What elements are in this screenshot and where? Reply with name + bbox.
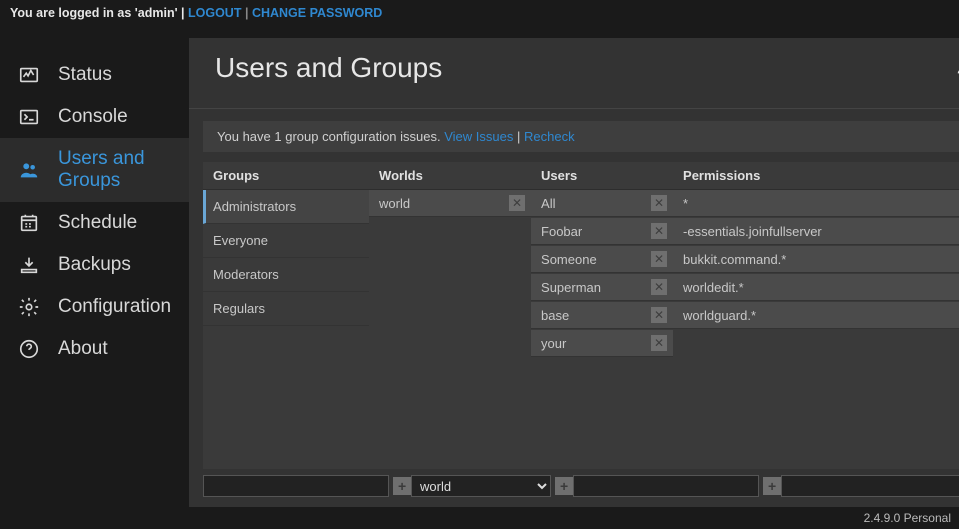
gear-icon	[18, 296, 40, 318]
column-header-groups: Groups	[203, 162, 369, 190]
sidebar-item-label: Users and Groups	[58, 148, 171, 192]
sidebar-item-label: Schedule	[58, 212, 137, 234]
world-row[interactable]: world	[369, 190, 531, 217]
user-label: Superman	[541, 280, 601, 295]
sidebar-item-label: Backups	[58, 254, 131, 276]
user-row[interactable]: your	[531, 330, 673, 357]
column-permissions: Permissions * -essentials.joinfullserver…	[673, 162, 959, 469]
add-user-input[interactable]	[573, 475, 759, 497]
permission-label: bukkit.command.*	[683, 252, 786, 267]
separator: |	[517, 129, 524, 144]
add-group-input[interactable]	[203, 475, 389, 497]
add-user-button[interactable]	[763, 477, 781, 495]
content-panel: Users and Groups You have 1 group config…	[189, 38, 959, 507]
sidebar-item-status[interactable]: Status	[0, 54, 189, 96]
notice-bar: You have 1 group configuration issues. V…	[203, 121, 959, 152]
login-status-text: You are logged in as 'admin' |	[10, 6, 188, 20]
sidebar-item-label: About	[58, 338, 108, 360]
permission-label: *	[683, 196, 688, 211]
column-header-users: Users	[531, 162, 673, 190]
permission-row[interactable]: worldguard.*	[673, 302, 959, 329]
group-row[interactable]: Everyone	[203, 224, 369, 258]
content-header: Users and Groups	[189, 38, 959, 109]
sidebar: Status Console Users and Groups Schedule…	[0, 26, 189, 507]
user-label: your	[541, 336, 566, 351]
column-groups: Groups Administrators Everyone Moderator…	[203, 162, 369, 469]
help-icon	[18, 338, 40, 360]
delete-icon[interactable]	[651, 335, 667, 351]
status-icon	[18, 64, 40, 86]
separator: |	[245, 6, 252, 20]
user-row[interactable]: Superman	[531, 274, 673, 301]
user-label: Someone	[541, 252, 597, 267]
permission-row[interactable]: *	[673, 190, 959, 217]
permission-row[interactable]: -essentials.joinfullserver	[673, 218, 959, 245]
schedule-icon	[18, 212, 40, 234]
console-icon	[18, 106, 40, 128]
add-inputs-row: world	[203, 469, 959, 497]
sidebar-item-configuration[interactable]: Configuration	[0, 286, 189, 328]
group-row[interactable]: Administrators	[203, 190, 369, 224]
sidebar-item-console[interactable]: Console	[0, 96, 189, 138]
column-header-worlds: Worlds	[369, 162, 531, 190]
user-label: Foobar	[541, 224, 582, 239]
add-group-button[interactable]	[393, 477, 411, 495]
user-row[interactable]: All	[531, 190, 673, 217]
recheck-link[interactable]: Recheck	[524, 129, 575, 144]
user-label: base	[541, 308, 569, 323]
delete-icon[interactable]	[651, 279, 667, 295]
sidebar-item-label: Status	[58, 64, 112, 86]
group-label: Moderators	[213, 267, 279, 282]
change-password-link[interactable]: CHANGE PASSWORD	[252, 6, 382, 20]
permission-label: -essentials.joinfullserver	[683, 224, 822, 239]
delete-icon[interactable]	[651, 307, 667, 323]
view-issues-link[interactable]: View Issues	[444, 129, 513, 144]
permission-row[interactable]: bukkit.command.*	[673, 246, 959, 273]
user-label: All	[541, 196, 555, 211]
topbar: You are logged in as 'admin' | LOGOUT | …	[0, 0, 959, 26]
group-row[interactable]: Moderators	[203, 258, 369, 292]
column-header-permissions: Permissions	[673, 162, 959, 190]
permission-row[interactable]: worldedit.*	[673, 274, 959, 301]
notice-text: You have 1 group configuration issues.	[217, 129, 441, 144]
group-label: Regulars	[213, 301, 265, 316]
column-worlds: Worlds world	[369, 162, 531, 469]
sidebar-item-label: Configuration	[58, 296, 171, 318]
permission-label: worldedit.*	[683, 280, 744, 295]
data-grid: Groups Administrators Everyone Moderator…	[203, 162, 959, 469]
sidebar-item-users-groups[interactable]: Users and Groups	[0, 138, 189, 202]
world-label: world	[379, 196, 410, 211]
group-row[interactable]: Regulars	[203, 292, 369, 326]
column-users: Users All Foobar Someone Superman base y…	[531, 162, 673, 469]
user-row[interactable]: Someone	[531, 246, 673, 273]
sidebar-item-backups[interactable]: Backups	[0, 244, 189, 286]
add-world-select[interactable]: world	[411, 475, 551, 497]
delete-icon[interactable]	[651, 251, 667, 267]
user-row[interactable]: Foobar	[531, 218, 673, 245]
group-label: Everyone	[213, 233, 268, 248]
page-title: Users and Groups	[215, 52, 442, 84]
add-permission-input[interactable]	[781, 475, 959, 497]
sidebar-item-about[interactable]: About	[0, 328, 189, 370]
group-label: Administrators	[213, 199, 296, 214]
logout-link[interactable]: LOGOUT	[188, 6, 241, 20]
users-icon	[955, 55, 959, 82]
users-icon	[18, 159, 40, 181]
delete-icon[interactable]	[509, 195, 525, 211]
delete-icon[interactable]	[651, 195, 667, 211]
delete-icon[interactable]	[651, 223, 667, 239]
version-label: 2.4.9.0 Personal	[864, 511, 951, 525]
sidebar-item-label: Console	[58, 106, 128, 128]
backups-icon	[18, 254, 40, 276]
add-world-button[interactable]	[555, 477, 573, 495]
permission-label: worldguard.*	[683, 308, 756, 323]
user-row[interactable]: base	[531, 302, 673, 329]
sidebar-item-schedule[interactable]: Schedule	[0, 202, 189, 244]
